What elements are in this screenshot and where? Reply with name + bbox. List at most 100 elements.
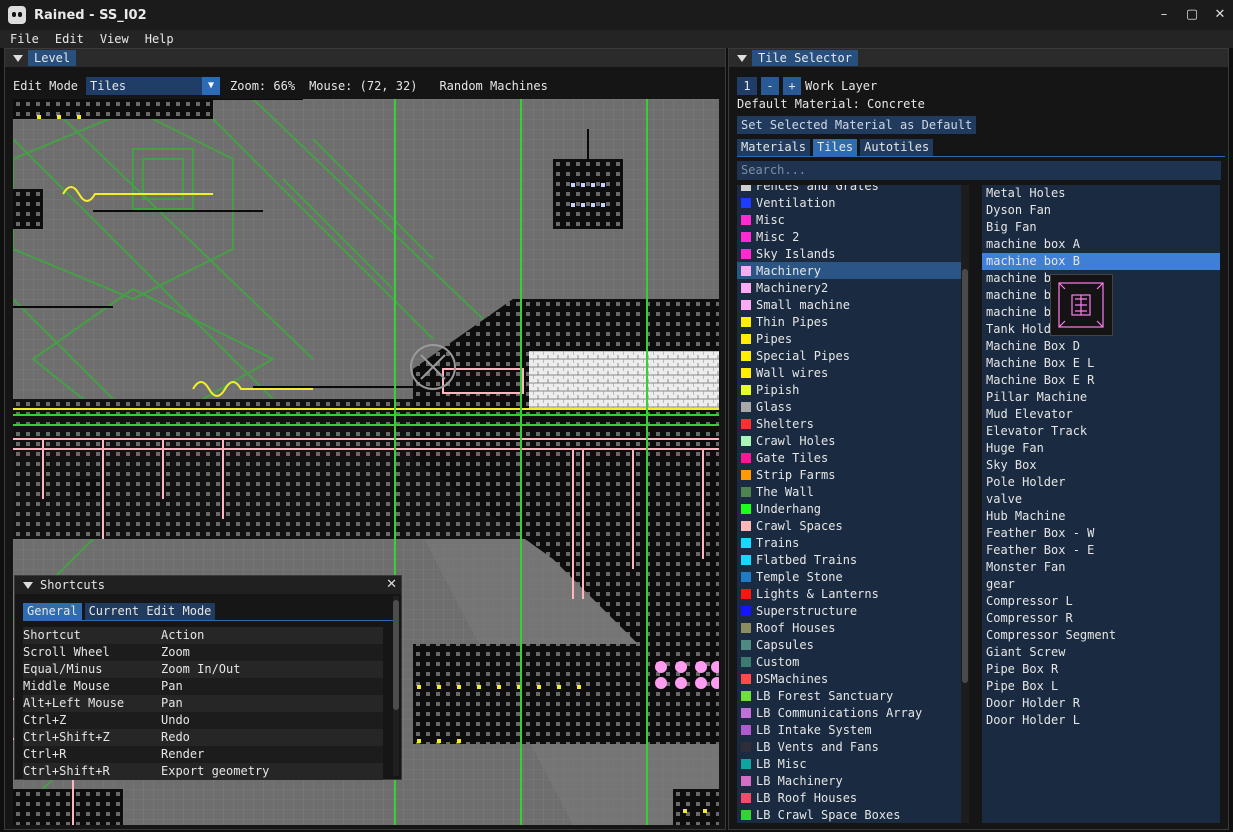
- close-icon[interactable]: ✕: [1213, 8, 1227, 22]
- tile-item[interactable]: Giant Screw: [982, 644, 1220, 661]
- menu-file[interactable]: File: [10, 32, 39, 46]
- tile-item[interactable]: Hub Machine: [982, 508, 1220, 525]
- level-tab[interactable]: Level: [28, 50, 77, 66]
- tile-item[interactable]: Machine Box E L: [982, 355, 1220, 372]
- tile-item[interactable]: Feather Box - W: [982, 525, 1220, 542]
- work-layer-input[interactable]: 1: [737, 77, 757, 95]
- category-item[interactable]: DSMachines: [737, 670, 967, 687]
- category-item[interactable]: Pipes: [737, 330, 967, 347]
- category-item[interactable]: Misc 2: [737, 228, 967, 245]
- tile-item[interactable]: machine box B: [982, 253, 1220, 270]
- tile-item[interactable]: Monster Fan: [982, 559, 1220, 576]
- category-item[interactable]: Underhang: [737, 500, 967, 517]
- tile-item[interactable]: Machine Box D: [982, 338, 1220, 355]
- tile-item[interactable]: Huge Fan: [982, 440, 1220, 457]
- category-item[interactable]: Special Pipes: [737, 347, 967, 364]
- maximize-icon[interactable]: ▢: [1185, 8, 1199, 22]
- tile-item[interactable]: Pillar Machine: [982, 389, 1220, 406]
- collapse-icon[interactable]: [23, 581, 33, 589]
- category-item[interactable]: LB Crawl Space Boxes: [737, 806, 967, 823]
- tab-materials[interactable]: Materials: [737, 139, 811, 156]
- tile-item[interactable]: Door Holder R: [982, 695, 1220, 712]
- category-item[interactable]: Pipish: [737, 381, 967, 398]
- category-item[interactable]: The Wall: [737, 483, 967, 500]
- minimize-icon[interactable]: –: [1157, 8, 1171, 22]
- category-color-swatch: [741, 690, 751, 701]
- category-item[interactable]: Misc: [737, 211, 967, 228]
- collapse-icon[interactable]: [737, 54, 747, 62]
- category-color-swatch: [741, 486, 751, 497]
- tile-item[interactable]: Pole Holder: [982, 474, 1220, 491]
- tile-item[interactable]: Sky Box: [982, 457, 1220, 474]
- category-item[interactable]: Shelters: [737, 415, 967, 432]
- tile-item[interactable]: Mud Elevator: [982, 406, 1220, 423]
- tab-tiles[interactable]: Tiles: [813, 139, 858, 156]
- tab-autotiles[interactable]: Autotiles: [860, 139, 934, 156]
- shortcuts-window: Shortcuts ✕ General Current Edit Mode Sh…: [14, 575, 402, 780]
- tile-item[interactable]: Metal Holes: [982, 185, 1220, 202]
- tile-item[interactable]: gear: [982, 576, 1220, 593]
- category-item[interactable]: Ventilation: [737, 194, 967, 211]
- category-label: Gate Tiles: [756, 450, 829, 465]
- category-item[interactable]: Custom: [737, 653, 967, 670]
- category-item[interactable]: Superstructure: [737, 602, 967, 619]
- tile-item[interactable]: machine box A: [982, 236, 1220, 253]
- category-scrollbar[interactable]: [961, 185, 969, 823]
- menu-edit[interactable]: Edit: [55, 32, 84, 46]
- category-item[interactable]: Strip Farms: [737, 466, 967, 483]
- category-item[interactable]: Thin Pipes: [737, 313, 967, 330]
- tile-item[interactable]: Big Fan: [982, 219, 1220, 236]
- category-item[interactable]: Wall wires: [737, 364, 967, 381]
- category-item[interactable]: LB Vents and Fans: [737, 738, 967, 755]
- tile-item[interactable]: Dyson Fan: [982, 202, 1220, 219]
- collapse-icon[interactable]: [13, 54, 23, 62]
- close-icon[interactable]: ✕: [386, 577, 397, 592]
- tile-item[interactable]: Compressor R: [982, 610, 1220, 627]
- menu-view[interactable]: View: [100, 32, 129, 46]
- category-item[interactable]: LB Forest Sanctuary: [737, 687, 967, 704]
- tile-item[interactable]: Compressor Segment: [982, 627, 1220, 644]
- category-item[interactable]: Trains: [737, 534, 967, 551]
- tab-general[interactable]: General: [23, 603, 82, 620]
- category-item[interactable]: LB Machinery: [737, 772, 967, 789]
- layer-plus-button[interactable]: +: [783, 77, 801, 95]
- category-item[interactable]: LB Intake System: [737, 721, 967, 738]
- category-item[interactable]: Flatbed Trains: [737, 551, 967, 568]
- chevron-down-icon[interactable]: ▼: [202, 77, 221, 95]
- tile-item[interactable]: Machine Box E R: [982, 372, 1220, 389]
- shortcuts-scrollbar[interactable]: [393, 596, 399, 776]
- tile-item[interactable]: valve: [982, 491, 1220, 508]
- menu-help[interactable]: Help: [145, 32, 174, 46]
- tile-item[interactable]: Pipe Box R: [982, 661, 1220, 678]
- search-input[interactable]: Search...: [737, 161, 1221, 180]
- layer-minus-button[interactable]: -: [761, 77, 779, 95]
- category-item[interactable]: Capsules: [737, 636, 967, 653]
- category-item[interactable]: LB Communications Array: [737, 704, 967, 721]
- category-item[interactable]: Machinery2: [737, 279, 967, 296]
- category-item[interactable]: Glass: [737, 398, 967, 415]
- tile-item[interactable]: Elevator Track: [982, 423, 1220, 440]
- category-item[interactable]: Small machine: [737, 296, 967, 313]
- category-item[interactable]: Roof Houses: [737, 619, 967, 636]
- tab-current-edit-mode[interactable]: Current Edit Mode: [84, 603, 216, 620]
- category-item[interactable]: LB Misc: [737, 755, 967, 772]
- category-item[interactable]: Gate Tiles: [737, 449, 967, 466]
- category-item[interactable]: Machinery: [737, 262, 967, 279]
- category-item[interactable]: Crawl Spaces: [737, 517, 967, 534]
- edit-mode-dropdown[interactable]: Tiles ▼: [86, 77, 221, 95]
- tile-item[interactable]: Door Holder L: [982, 712, 1220, 729]
- category-item[interactable]: Temple Stone: [737, 568, 967, 585]
- table-row: Scroll Wheel Zoom: [23, 644, 383, 661]
- tile-item[interactable]: Feather Box - E: [982, 542, 1220, 559]
- category-item[interactable]: Fences and Grates: [737, 185, 967, 194]
- set-default-material-button[interactable]: Set Selected Material as Default: [737, 116, 977, 134]
- category-item[interactable]: LB Roof Houses: [737, 789, 967, 806]
- category-item[interactable]: Crawl Holes: [737, 432, 967, 449]
- tile-item[interactable]: Compressor L: [982, 593, 1220, 610]
- shortcut-key: Ctrl+Shift+Z: [23, 730, 110, 744]
- tile-selector-tab[interactable]: Tile Selector: [752, 50, 858, 66]
- category-item[interactable]: Lights & Lanterns: [737, 585, 967, 602]
- category-item[interactable]: Sky Islands: [737, 245, 967, 262]
- tile-item[interactable]: Pipe Box L: [982, 678, 1220, 695]
- category-label: Underhang: [756, 501, 822, 516]
